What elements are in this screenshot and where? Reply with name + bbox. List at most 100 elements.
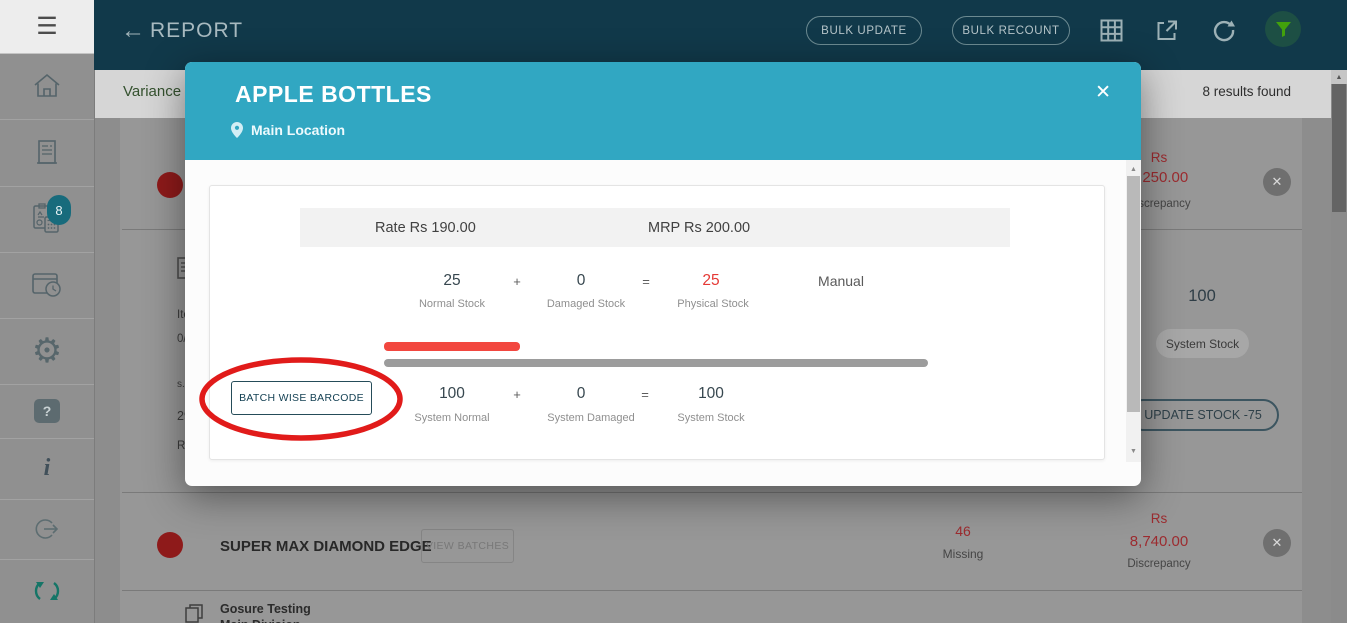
physical-stock-value: 25 xyxy=(702,272,720,289)
row4-location: Main Division xyxy=(220,618,301,623)
physical-stock-label: Physical Stock xyxy=(677,298,749,310)
sync-icon xyxy=(34,582,60,600)
sidebar-item-reports[interactable] xyxy=(0,119,94,187)
equals-icon: = xyxy=(641,387,649,402)
modal-scroll-up-icon[interactable]: ▲ xyxy=(1126,162,1141,176)
row3-currency: Rs xyxy=(1150,511,1168,526)
results-count: 8 results found xyxy=(1202,84,1291,99)
equals-icon: = xyxy=(642,274,650,289)
row3-discrepancy-label: Discrepancy xyxy=(1127,558,1191,570)
modal-scroll-down-icon[interactable]: ▼ xyxy=(1126,444,1141,458)
status-dot xyxy=(157,532,183,558)
damaged-stock-label: Damaged Stock xyxy=(546,298,626,310)
sidebar-item-help[interactable]: ? xyxy=(0,384,94,439)
row-divider xyxy=(122,492,1302,493)
sidebar: ☰ 8 ⚙ ? i xyxy=(0,0,95,623)
rate-bar: Rate Rs 190.00 MRP Rs 200.00 xyxy=(300,208,1010,247)
row3-missing-label: Missing xyxy=(942,547,984,561)
location-pin-icon xyxy=(231,122,243,138)
plus-icon: + xyxy=(513,387,521,402)
refresh-button[interactable] xyxy=(1212,18,1236,42)
sidebar-item-info[interactable]: i xyxy=(0,438,94,500)
app-screen: Variance 8 results found Rs 4,250.00 Dis… xyxy=(0,0,1347,623)
modal-close-icon[interactable]: ✕ xyxy=(1095,81,1111,104)
damaged-stock-value: 0 xyxy=(576,272,586,289)
row3-amount: 8,740.00 xyxy=(1129,533,1189,550)
up-arrow-icon: ▲ xyxy=(1335,73,1343,81)
system-stock-chip: System Stock xyxy=(1156,329,1249,358)
close-icon: ✕ xyxy=(1271,174,1283,189)
row3-remove-icon[interactable]: ✕ xyxy=(1263,529,1291,557)
update-stock-label: UPDATE STOCK -75 xyxy=(1144,408,1262,422)
filter-button[interactable] xyxy=(1265,11,1301,47)
system-damaged-value: 0 xyxy=(576,385,586,402)
physical-stock-bar xyxy=(384,342,520,351)
row4-pages-icon xyxy=(184,603,204,623)
system-normal-value: 100 xyxy=(439,385,465,402)
topbar: ← REPORT BULK UPDATE BULK RECOUNT xyxy=(94,0,1347,70)
sidebar-item-home[interactable] xyxy=(0,53,94,120)
building-icon xyxy=(37,139,57,164)
help-icon: ? xyxy=(34,399,60,423)
row1-remove-icon[interactable]: ✕ xyxy=(1263,168,1291,196)
row3-missing-value: 46 xyxy=(955,523,971,539)
bulk-update-label: BULK UPDATE xyxy=(821,24,907,37)
home-icon xyxy=(34,73,60,97)
sidebar-item-settings[interactable]: ⚙ xyxy=(0,318,94,385)
plus-icon: + xyxy=(513,274,521,289)
system-stock-label: System Stock xyxy=(677,412,745,424)
filter-funnel-icon xyxy=(1275,21,1291,37)
export-button[interactable] xyxy=(1155,18,1179,42)
view-batches-button[interactable]: VIEW BATCHES xyxy=(421,529,514,563)
modal-title: APPLE BOTTLES xyxy=(235,81,432,107)
page-title: REPORT xyxy=(150,19,244,42)
calendar-icon xyxy=(32,273,61,297)
refresh-icon xyxy=(1213,20,1235,42)
modal-scrollbar-thumb[interactable] xyxy=(1127,176,1140,412)
modal-location: Main Location xyxy=(231,122,345,138)
update-stock-button[interactable]: UPDATE STOCK -75 xyxy=(1127,399,1279,431)
back-arrow-icon[interactable]: ← xyxy=(121,17,145,45)
logout-icon xyxy=(35,519,59,539)
tab-variance[interactable]: Variance xyxy=(123,83,181,100)
bulk-recount-button[interactable]: BULK RECOUNT xyxy=(952,16,1070,45)
chip-label: System Stock xyxy=(1165,336,1240,351)
system-stock-value: 100 xyxy=(698,385,724,402)
count-badge: 8 xyxy=(47,195,71,225)
modal-location-label: Main Location xyxy=(251,122,346,138)
product-detail-modal: APPLE BOTTLES Main Location ✕ Rate Rs 19… xyxy=(185,62,1141,486)
info-icon: i xyxy=(43,455,51,481)
gear-icon: ⚙ xyxy=(31,332,63,370)
grid-view-button[interactable] xyxy=(1100,19,1123,42)
view-batches-label: VIEW BATCHES xyxy=(425,540,510,552)
down-arrow-icon: ▼ xyxy=(1130,447,1137,455)
sidebar-item-logout[interactable] xyxy=(0,499,94,560)
bulk-update-button[interactable]: BULK UPDATE xyxy=(806,16,922,45)
share-export-icon xyxy=(1157,20,1177,40)
normal-stock-value: 25 xyxy=(443,272,461,289)
hamburger-icon: ☰ xyxy=(36,12,58,40)
mrp-value: MRP Rs 200.00 xyxy=(648,220,751,236)
rate-value: Rate Rs 190.00 xyxy=(375,220,476,236)
bulk-recount-label: BULK RECOUNT xyxy=(962,24,1060,37)
sidebar-item-schedule[interactable] xyxy=(0,252,94,319)
sidebar-menu-toggle[interactable]: ☰ xyxy=(0,0,94,54)
normal-stock-label: Normal Stock xyxy=(418,298,486,310)
system-normal-label: System Normal xyxy=(414,412,490,424)
sidebar-item-sync[interactable] xyxy=(0,559,94,623)
system-damaged-label: System Damaged xyxy=(547,412,635,424)
row3-product-name: SUPER MAX DIAMOND EDGE xyxy=(220,538,432,555)
row1-currency: Rs xyxy=(1150,150,1168,165)
scroll-up-icon[interactable]: ▲ xyxy=(1331,70,1347,84)
page-scrollbar-thumb[interactable] xyxy=(1332,84,1346,212)
batch-wise-barcode-label: BATCH WISE BARCODE xyxy=(239,392,364,404)
batch-wise-barcode-button[interactable]: BATCH WISE BARCODE xyxy=(231,381,372,415)
row2-system-stock-value: 100 xyxy=(1188,287,1216,305)
row-divider xyxy=(122,590,1302,591)
modal-header: APPLE BOTTLES Main Location ✕ xyxy=(185,62,1141,160)
close-icon: ✕ xyxy=(1271,535,1283,550)
row2-partial-text: s. xyxy=(177,379,185,390)
row4-store-name: Gosure Testing xyxy=(220,602,311,616)
sidebar-item-stock-count[interactable]: 8 xyxy=(0,186,94,253)
grid-icon xyxy=(1100,19,1123,42)
